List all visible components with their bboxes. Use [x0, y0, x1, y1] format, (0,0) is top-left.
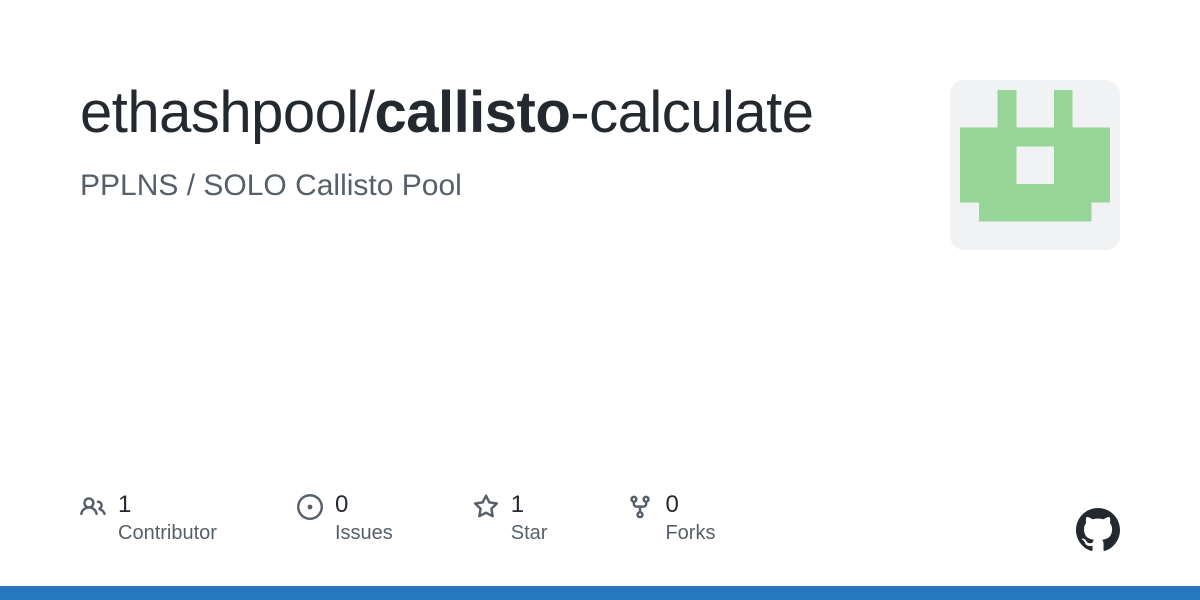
contributors-label: Contributor: [118, 522, 217, 545]
stat-stars: 1 Star: [473, 492, 548, 545]
stat-contributors: 1 Contributor: [80, 492, 217, 545]
title-block: ethashpool/callisto-calculate PPLNS / SO…: [80, 80, 814, 203]
star-icon: [473, 494, 499, 520]
github-logo-icon: [1076, 508, 1120, 552]
stat-text: 1 Contributor: [118, 492, 217, 545]
issue-icon: [297, 494, 323, 520]
repo-slash: /: [359, 80, 375, 145]
header-row: ethashpool/callisto-calculate PPLNS / SO…: [80, 80, 1120, 250]
stat-text: 0 Issues: [335, 492, 393, 545]
stars-count: 1: [511, 492, 548, 518]
forks-count: 0: [665, 492, 715, 518]
repo-title: ethashpool/callisto-calculate: [80, 80, 814, 147]
people-icon: [80, 494, 106, 520]
stat-issues: 0 Issues: [297, 492, 393, 545]
repo-description: PPLNS / SOLO Callisto Pool: [80, 169, 814, 203]
fork-icon: [627, 494, 653, 520]
forks-label: Forks: [665, 522, 715, 545]
accent-bar: [0, 586, 1200, 600]
stat-text: 0 Forks: [665, 492, 715, 545]
avatar: [950, 80, 1120, 250]
stats-row: 1 Contributor 0 Issues 1 Star: [80, 492, 715, 545]
issues-count: 0: [335, 492, 393, 518]
contributors-count: 1: [118, 492, 217, 518]
repo-name-part2: calculate: [589, 80, 813, 145]
repo-name-part1: callisto: [374, 80, 570, 145]
stars-label: Star: [511, 522, 548, 545]
stat-forks: 0 Forks: [627, 492, 715, 545]
social-card: ethashpool/callisto-calculate PPLNS / SO…: [0, 0, 1200, 600]
identicon-icon: [960, 90, 1110, 240]
issues-label: Issues: [335, 522, 393, 545]
repo-name-hyphen: -: [570, 80, 589, 145]
repo-owner: ethashpool: [80, 80, 359, 145]
stat-text: 1 Star: [511, 492, 548, 545]
